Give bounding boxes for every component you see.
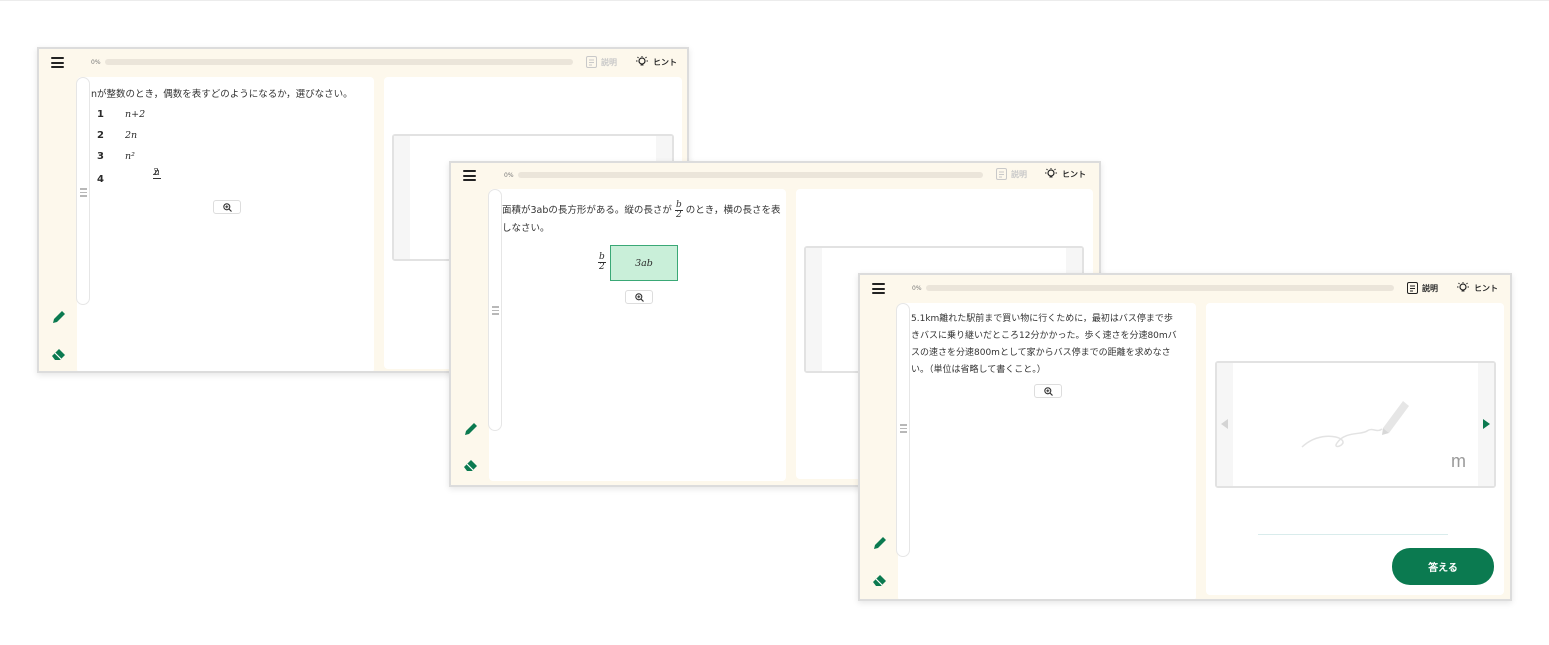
app-window-3: 0% 説明 ヒント 5.1km離れた駅前まで買い物に行くために，最初はバス停まで… [858, 273, 1512, 601]
zoom-button[interactable] [213, 200, 241, 214]
choice-expression: n+2 [125, 109, 146, 120]
eraser-icon[interactable] [51, 346, 67, 362]
document-icon [586, 56, 597, 68]
grip-icon [80, 188, 87, 199]
hint-label: ヒント [653, 57, 677, 67]
question-line: きバスに乗り継いだところ12分かかった。歩く速さを分速80mバ [911, 331, 1177, 341]
hint-button[interactable]: ヒント [635, 56, 677, 68]
zoom-button[interactable] [1034, 384, 1062, 398]
hint-label: ヒント [1062, 169, 1086, 179]
hint-button[interactable]: ヒント [1044, 168, 1086, 180]
grip-icon [492, 306, 499, 317]
pen-icon[interactable] [872, 535, 888, 551]
next-arrow-icon [1483, 419, 1490, 429]
choice-expression: 2n [125, 130, 138, 141]
hint-button[interactable]: ヒント [1456, 282, 1498, 294]
canvas-prev-area[interactable] [1217, 363, 1233, 486]
zoom-in-icon [634, 292, 644, 302]
choice-3[interactable]: 3 n² [97, 151, 177, 165]
zoom-in-icon [222, 202, 232, 212]
pen-icon[interactable] [463, 421, 479, 437]
menu-icon[interactable] [51, 57, 64, 68]
zoom-in-icon [1043, 386, 1053, 396]
document-icon [1407, 282, 1418, 294]
explain-label: 説明 [601, 57, 617, 67]
question-text: 5.1km離れた駅前まで買い物に行くために，最初はバス停まで歩 きバスに乗り継い… [911, 311, 1177, 379]
choice-expression: n² [125, 151, 135, 162]
canvas-prev-area[interactable] [394, 136, 410, 259]
eraser-icon[interactable] [872, 572, 888, 588]
lightbulb-icon [1457, 282, 1469, 292]
question-text: nが整数のとき，偶数を表すどのようになるか，選びなさい。 [91, 89, 353, 100]
explain-button[interactable]: 説明 [586, 56, 617, 68]
top-divider [0, 0, 1549, 1]
explain-label: 説明 [1422, 283, 1438, 293]
grip-icon [900, 424, 907, 435]
choice-2[interactable]: 2 2n [97, 130, 177, 144]
drag-handle[interactable] [896, 303, 910, 557]
canvas-next-area[interactable] [1478, 363, 1494, 486]
zoom-button[interactable] [625, 290, 653, 304]
lightbulb-icon [636, 56, 648, 66]
explain-button[interactable]: 説明 [1407, 282, 1438, 294]
explain-button[interactable]: 説明 [996, 168, 1027, 180]
choice-number: 3 [97, 151, 104, 162]
rect-side-label: b 2 [598, 253, 606, 272]
canvas-prev-area[interactable] [806, 248, 822, 371]
question-part-2: のとき，横の長さを表 [685, 205, 781, 216]
unit-label: m [1451, 451, 1466, 471]
fraction-denominator: 2 [599, 262, 605, 272]
menu-icon[interactable] [872, 283, 885, 294]
fraction-denominator: 2 [153, 168, 159, 178]
prev-arrow-icon [1221, 419, 1228, 429]
question-fraction: b 2 [674, 201, 683, 220]
question-line: スの速さを分速800mとして家からバス停までの距離を求めなさ [911, 348, 1171, 358]
hint-label: ヒント [1474, 283, 1498, 293]
lightbulb-icon [1045, 168, 1057, 178]
choice-number: 4 [97, 174, 104, 185]
progress-bar [926, 285, 1394, 291]
handwriting-placeholder-icon [1301, 401, 1409, 448]
progress-percent: 0% [912, 285, 922, 292]
progress-bar [518, 172, 983, 178]
drag-handle[interactable] [488, 189, 502, 431]
progress-percent: 0% [91, 59, 101, 66]
fraction-denominator: 2 [675, 210, 682, 220]
drag-handle[interactable] [76, 77, 90, 305]
rect-area-label: 3ab [635, 257, 653, 269]
question-line-2: しなさい。 [502, 223, 550, 234]
explain-label: 説明 [1011, 169, 1027, 179]
question-line: い。（単位は省略して書くこと。） [911, 365, 1046, 375]
answer-button[interactable]: 答える [1392, 548, 1494, 585]
choice-number: 2 [97, 130, 104, 141]
question-text: 面積が3abの長方形がある。縦の長さが b 2 のとき，横の長さを表 しなさい。 [502, 201, 780, 237]
question-part-1: 面積が3abの長方形がある。縦の長さが [502, 205, 672, 216]
pen-icon[interactable] [51, 309, 67, 325]
answer-underline [1258, 534, 1448, 535]
choice-number: 1 [97, 109, 104, 120]
document-icon [996, 168, 1007, 180]
eraser-icon[interactable] [463, 457, 479, 473]
handwriting-canvas[interactable]: m [1215, 361, 1496, 488]
choice-4[interactable]: 4 n 2 [97, 169, 177, 195]
choice-1[interactable]: 1 n+2 [97, 109, 177, 123]
area-rectangle: 3ab [610, 245, 678, 281]
question-line: 5.1km離れた駅前まで買い物に行くために，最初はバス停まで歩 [911, 314, 1173, 324]
menu-icon[interactable] [463, 170, 476, 181]
progress-bar [105, 59, 573, 65]
progress-percent: 0% [504, 172, 514, 179]
